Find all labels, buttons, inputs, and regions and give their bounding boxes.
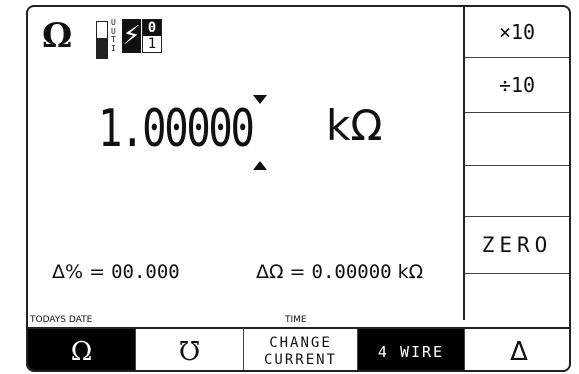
instrument-screen: Ω U U T I ⚡ 0 1 1.00000 kΩ Δ% = 00.000 Δ… — [26, 5, 571, 372]
high-voltage-icon: ⚡ — [122, 19, 141, 53]
divide-10-button[interactable]: ÷10 — [465, 57, 569, 113]
digit-cursor-down-icon[interactable] — [253, 161, 267, 170]
delta-percent-value: 00.000 — [111, 261, 180, 283]
zero-button[interactable]: ZERO — [465, 216, 569, 274]
reading-unit: kΩ — [326, 101, 383, 150]
delta-percent: Δ% = 00.000 — [52, 261, 180, 283]
mho-function-button[interactable]: ℧ — [136, 329, 244, 370]
softkey-column: ×10 ÷10 ZERO — [463, 7, 569, 320]
uut-level-fill — [97, 38, 107, 58]
delta-ohm: ΔΩ = 0.00000 kΩ — [256, 261, 423, 283]
todays-date-label: TODAYS DATE — [30, 315, 93, 325]
delta-ohm-unit: kΩ — [397, 261, 424, 283]
range-top: 0 — [143, 20, 161, 36]
change-current-line1: CHANGE — [269, 334, 332, 351]
change-current-line2: CURRENT — [263, 351, 337, 368]
delta-ohm-value: 0.00000 — [311, 261, 392, 283]
ohm-function-button[interactable]: Ω — [28, 329, 136, 370]
digit-cursor-up-icon[interactable] — [253, 95, 267, 104]
change-current-button[interactable]: CHANGE CURRENT — [244, 329, 358, 370]
delta-percent-label: Δ% = — [52, 261, 106, 283]
main-reading: 1.00000 — [98, 99, 255, 159]
softkey-blank[interactable] — [465, 112, 569, 166]
multiply-10-button[interactable]: ×10 — [465, 7, 569, 58]
range-indicator: 0 1 — [142, 19, 162, 53]
function-ohm-symbol: Ω — [42, 16, 73, 56]
softkey-blank[interactable] — [465, 165, 569, 217]
softkey-blank[interactable] — [465, 273, 569, 320]
uut-label-line: I — [111, 43, 116, 53]
delta-ohm-label: ΔΩ = — [256, 261, 306, 283]
four-wire-button[interactable]: 4 WIRE — [358, 329, 465, 370]
uut-label: U U T I — [111, 18, 116, 53]
function-key-bar: Ω ℧ CHANGE CURRENT 4 WIRE Δ — [28, 327, 569, 370]
delta-button[interactable]: Δ — [465, 329, 569, 370]
range-bottom: 1 — [147, 36, 157, 52]
uut-level-indicator — [96, 21, 108, 59]
time-label: TIME — [285, 315, 307, 325]
